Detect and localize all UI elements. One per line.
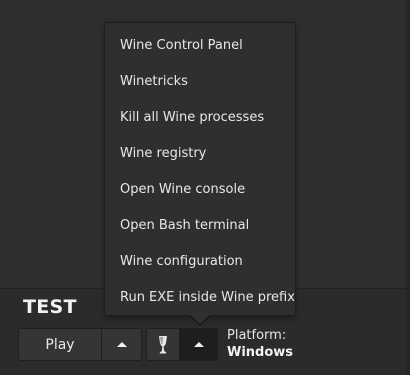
- wine-button[interactable]: [146, 328, 180, 361]
- game-bar-view: TEST Play Platform: Windows Wine Control…: [0, 0, 410, 375]
- menu-pointer: [190, 315, 210, 324]
- chevron-up-icon: [193, 342, 204, 347]
- wine-button-group: [146, 328, 218, 361]
- wine-menu-button[interactable]: [180, 328, 218, 361]
- play-button-group: Play: [18, 328, 142, 361]
- scrollbar-track[interactable]: [406, 0, 410, 375]
- menu-item-kill-wine-processes[interactable]: Kill all Wine processes: [105, 99, 295, 135]
- menu-item-bash-terminal[interactable]: Open Bash terminal: [105, 207, 295, 243]
- platform-label: Platform:: [227, 328, 287, 343]
- menu-item-run-exe[interactable]: Run EXE inside Wine prefix: [105, 279, 295, 315]
- wine-glass-icon: [159, 335, 167, 353]
- play-button[interactable]: Play: [18, 328, 102, 361]
- menu-item-wine-control-panel[interactable]: Wine Control Panel: [105, 27, 295, 63]
- play-options-button[interactable]: [102, 328, 142, 361]
- menu-item-winetricks[interactable]: Winetricks: [105, 63, 295, 99]
- menu-item-wine-configuration[interactable]: Wine configuration: [105, 243, 295, 279]
- menu-item-wine-console[interactable]: Open Wine console: [105, 171, 295, 207]
- menu-item-wine-registry[interactable]: Wine registry: [105, 135, 295, 171]
- game-title: TEST: [23, 296, 77, 318]
- chevron-up-icon: [116, 342, 127, 347]
- wine-popover-menu: Wine Control Panel Winetricks Kill all W…: [104, 22, 296, 316]
- platform-info: Platform: Windows: [227, 327, 293, 361]
- platform-value: Windows: [227, 345, 294, 360]
